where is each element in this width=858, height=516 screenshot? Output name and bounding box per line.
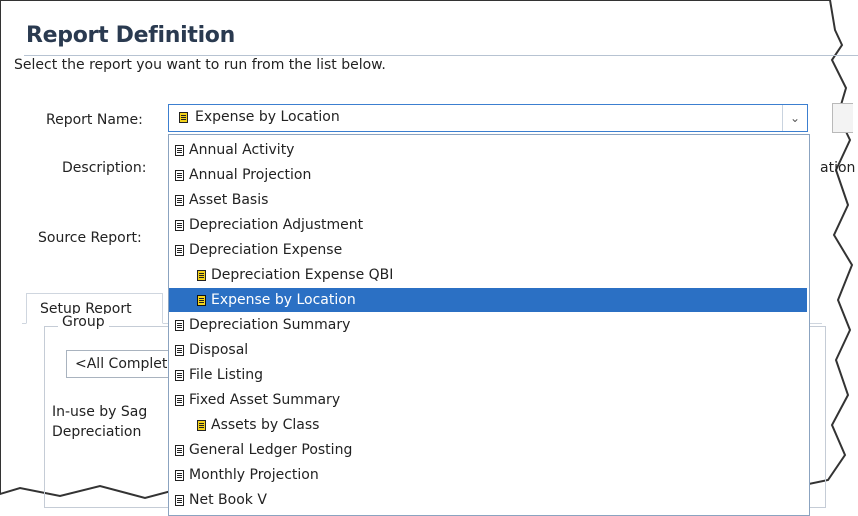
report-name-value: Expense by Location [195, 109, 340, 125]
report-list-item-label: Net Book V [189, 492, 267, 508]
document-icon [175, 444, 184, 456]
report-list-item-label: Expense by Location [211, 292, 356, 308]
report-list-item[interactable]: Disposal [169, 338, 807, 362]
document-icon [175, 219, 184, 231]
document-icon [175, 169, 184, 181]
description-label: Description: [62, 160, 147, 176]
document-icon [175, 144, 184, 156]
report-name-combobox[interactable]: Expense by Location ⌄ [168, 104, 808, 132]
report-name-label: Report Name: [46, 112, 143, 128]
report-list-item[interactable]: Depreciation Expense [169, 238, 807, 262]
report-list-item[interactable]: Net Book V [169, 488, 807, 512]
report-list-item[interactable]: Depreciation Adjustment [169, 213, 807, 237]
report-list-item-label: Depreciation Adjustment [189, 217, 364, 233]
document-icon [175, 319, 184, 331]
report-list-item[interactable]: File Listing [169, 363, 807, 387]
report-dropdown-list[interactable]: Annual Activity Annual Projection Asset Ba… [168, 134, 810, 516]
instruction-text: Select the report you want to run from t… [14, 57, 386, 73]
report-list-item[interactable]: Monthly Projection [169, 463, 807, 487]
document-icon [175, 394, 184, 406]
report-list-item-label: Asset Basis [189, 192, 269, 208]
report-list-item-label: Annual Activity [189, 142, 295, 158]
custom-report-icon [197, 419, 206, 431]
custom-report-icon [179, 111, 188, 123]
report-list-item-label: Depreciation Expense [189, 242, 343, 258]
document-icon [175, 194, 184, 206]
document-icon [175, 244, 184, 256]
report-list-item[interactable]: Assets by Class [169, 413, 807, 437]
inuse-text: In-use by Sag Depreciation [52, 404, 148, 440]
report-list-item-label: Monthly Projection [189, 467, 319, 483]
description-text-partial: ation [820, 160, 856, 176]
report-list-item[interactable]: Annual Activity [169, 138, 807, 162]
report-list-item-label: General Ledger Posting [189, 442, 353, 458]
report-list-item[interactable]: Depreciation Summary [169, 313, 807, 337]
custom-report-icon [197, 294, 206, 306]
chevron-down-icon[interactable]: ⌄ [782, 105, 807, 131]
report-definition-window: Report Definition Select the report you … [0, 0, 858, 516]
report-list-item-label: Assets by Class [211, 417, 320, 433]
report-list-item[interactable]: General Ledger Posting [169, 438, 807, 462]
document-icon [175, 469, 184, 481]
report-list-item[interactable]: Asset Basis [169, 188, 807, 212]
report-list-item-label: Fixed Asset Summary [189, 392, 341, 408]
custom-report-icon [197, 269, 206, 281]
page-title: Report Definition [26, 23, 235, 48]
report-list-item-label: Depreciation Expense QBI [211, 267, 394, 283]
edge-button[interactable] [832, 103, 853, 133]
report-list-item-label: File Listing [189, 367, 263, 383]
document-icon [175, 344, 184, 356]
report-list-item[interactable]: Expense by Location [169, 288, 807, 312]
title-divider [24, 55, 858, 56]
document-icon [175, 369, 184, 381]
source-report-label: Source Report: [38, 230, 142, 246]
report-list-item[interactable]: Annual Projection [169, 163, 807, 187]
group-label: Group [58, 314, 109, 330]
report-list-item-label: Annual Projection [189, 167, 312, 183]
report-list-item[interactable]: Fixed Asset Summary [169, 388, 807, 412]
report-list-item[interactable]: Depreciation Expense QBI [169, 263, 807, 287]
report-list-item-label: Disposal [189, 342, 249, 358]
document-icon [175, 494, 184, 506]
report-list-item-label: Depreciation Summary [189, 317, 351, 333]
